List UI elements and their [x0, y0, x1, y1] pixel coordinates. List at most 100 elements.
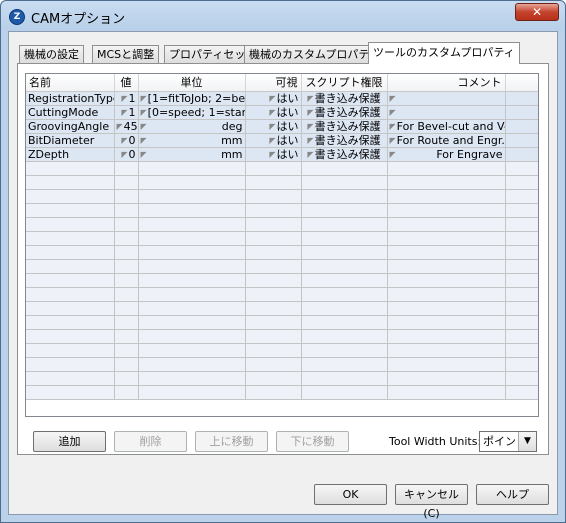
cell-name[interactable]: BitDiameter — [26, 133, 115, 148]
title-bar[interactable]: Z CAMオプション ✕ — [1, 1, 565, 31]
empty-row — [26, 287, 538, 302]
empty-cell — [114, 245, 139, 260]
cell-unit[interactable]: ◤[0=speed; 1=stan... — [138, 105, 246, 120]
cell-name[interactable]: RegistrationType — [26, 91, 115, 106]
edit-marker-icon: ◤ — [269, 107, 276, 117]
empty-cell — [26, 259, 115, 274]
cell-visible[interactable]: ◤はい — [245, 119, 302, 134]
column-header-unit[interactable]: 単位 — [138, 74, 246, 92]
empty-cell — [301, 301, 388, 316]
empty-cell — [387, 371, 506, 386]
edit-marker-icon: ◤ — [116, 121, 123, 131]
table-row[interactable]: RegistrationType ◤1 ◤[1=fitToJob; 2=be..… — [26, 91, 538, 106]
empty-cell — [301, 189, 388, 204]
cell-visible[interactable]: ◤はい — [245, 105, 302, 120]
cell-comment[interactable]: ◤For Bevel-cut and V-... — [387, 119, 506, 134]
empty-cell — [114, 203, 139, 218]
cell-unit[interactable]: ◤ mm — [138, 147, 246, 162]
ok-button[interactable]: OK — [314, 484, 387, 505]
tab-machine-settings[interactable]: 機械の設定 — [19, 45, 84, 64]
empty-cell — [505, 343, 538, 358]
empty-cell — [505, 371, 538, 386]
empty-cell — [138, 203, 246, 218]
table-row[interactable]: ZDepth ◤0 ◤ mm ◤はい ◤書き込み保護 ◤ For Engrave — [26, 147, 538, 162]
grid-header: 名前 値 単位 可視 スクリプト権限 コメント — [26, 74, 538, 92]
empty-cell — [138, 189, 246, 204]
table-row[interactable]: BitDiameter ◤0 ◤ mm ◤はい ◤書き込み保護 ◤For Rout… — [26, 133, 538, 148]
cell-value[interactable]: ◤0 — [114, 147, 139, 162]
empty-cell — [114, 329, 139, 344]
empty-cell — [114, 217, 139, 232]
cell-name[interactable]: GroovingAngle — [26, 119, 115, 134]
tab-machine-custom-properties[interactable]: 機械のカスタムプロパティ — [244, 45, 385, 64]
empty-cell — [387, 273, 506, 288]
column-header-value[interactable]: 値 — [114, 74, 139, 92]
move-down-button[interactable]: 下に移動 — [276, 431, 349, 452]
table-row[interactable]: CuttingMode ◤1 ◤[0=speed; 1=stan... ◤はい … — [26, 105, 538, 120]
cell-visible[interactable]: ◤はい — [245, 91, 302, 106]
empty-cell — [245, 343, 302, 358]
properties-grid[interactable]: 名前 値 単位 可視 スクリプト権限 コメント RegistrationType… — [25, 73, 539, 417]
empty-cell — [245, 161, 302, 176]
cell-value[interactable]: ◤45 — [114, 119, 139, 134]
empty-cell — [138, 357, 246, 372]
cell-value[interactable]: ◤1 — [114, 91, 139, 106]
empty-row — [26, 371, 538, 386]
column-header-comment[interactable]: コメント — [387, 74, 506, 92]
cell-visible[interactable]: ◤はい — [245, 133, 302, 148]
empty-cell — [505, 217, 538, 232]
empty-cell — [245, 385, 302, 400]
empty-cell — [26, 287, 115, 302]
cancel-button[interactable]: キャンセル(C) — [395, 484, 468, 520]
close-button[interactable]: ✕ — [515, 3, 559, 21]
column-header-script-permission[interactable]: スクリプト権限 — [301, 74, 388, 92]
edit-marker-icon: ◤ — [389, 121, 396, 131]
empty-cell — [138, 329, 246, 344]
empty-cell — [245, 231, 302, 246]
column-header-name[interactable]: 名前 — [26, 74, 115, 92]
cell-script-permission[interactable]: ◤書き込み保護 — [301, 105, 388, 120]
empty-cell — [301, 217, 388, 232]
empty-cell — [26, 329, 115, 344]
empty-cell — [138, 287, 246, 302]
delete-button[interactable]: 削除 — [114, 431, 187, 452]
edit-marker-icon: ◤ — [307, 121, 314, 131]
empty-row — [26, 175, 538, 190]
edit-marker-icon: ◤ — [121, 135, 128, 145]
cell-unit[interactable]: ◤ mm — [138, 133, 246, 148]
cell-script-permission[interactable]: ◤書き込み保護 — [301, 119, 388, 134]
empty-cell — [138, 385, 246, 400]
tab-mcs-adjust[interactable]: MCSと調整 — [92, 45, 160, 64]
empty-cell — [26, 175, 115, 190]
cam-options-window: Z CAMオプション ✕ 機械の設定 MCSと調整 プロパティセット 機械のカス… — [0, 0, 566, 523]
edit-marker-icon: ◤ — [269, 135, 276, 145]
cell-unit[interactable]: ◤[1=fitToJob; 2=be... — [138, 91, 246, 106]
cell-script-permission[interactable]: ◤書き込み保護 — [301, 133, 388, 148]
edit-marker-icon: ◤ — [307, 149, 314, 159]
cell-name[interactable]: CuttingMode — [26, 105, 115, 120]
cell-script-permission[interactable]: ◤書き込み保護 — [301, 91, 388, 106]
cell-name[interactable]: ZDepth — [26, 147, 115, 162]
help-button[interactable]: ヘルプ — [476, 484, 549, 505]
cell-value[interactable]: ◤1 — [114, 105, 139, 120]
cell-script-permission[interactable]: ◤書き込み保護 — [301, 147, 388, 162]
cell-unit[interactable]: ◤ deg — [138, 119, 246, 134]
tool-width-units-select[interactable]: ポイント ▼ — [479, 431, 537, 452]
empty-row — [26, 189, 538, 204]
column-header-visible[interactable]: 可視 — [245, 74, 302, 92]
add-button[interactable]: 追加 — [33, 431, 106, 452]
edit-marker-icon: ◤ — [389, 135, 396, 145]
empty-row — [26, 245, 538, 260]
cell-comment[interactable]: ◤ — [387, 91, 506, 106]
cell-comment[interactable]: ◤For Route and Engr... — [387, 133, 506, 148]
empty-cell — [505, 189, 538, 204]
cell-value[interactable]: ◤0 — [114, 133, 139, 148]
cell-visible[interactable]: ◤はい — [245, 147, 302, 162]
table-row[interactable]: GroovingAngle ◤45 ◤ deg ◤はい ◤書き込み保護 ◤For … — [26, 119, 538, 134]
move-up-button[interactable]: 上に移動 — [195, 431, 268, 452]
cell-comment[interactable]: ◤ — [387, 105, 506, 120]
chevron-down-icon[interactable]: ▼ — [518, 432, 536, 451]
column-header-spacer — [505, 74, 538, 92]
tab-tool-custom-properties[interactable]: ツールのカスタムプロパティ — [368, 42, 520, 64]
cell-comment[interactable]: ◤ For Engrave — [387, 147, 506, 162]
